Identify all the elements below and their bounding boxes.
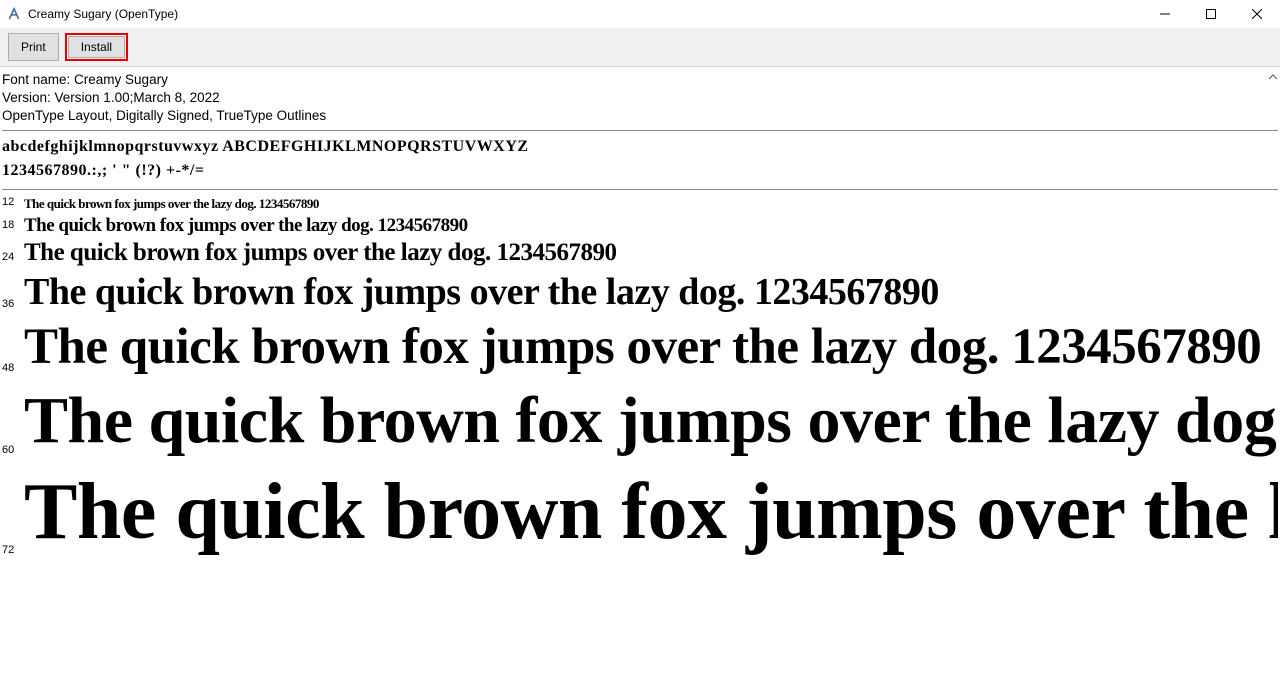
sample-row: 18The quick brown fox jumps over the laz…	[2, 214, 1278, 238]
toolbar: Print Install	[0, 28, 1280, 67]
sample-text: The quick brown fox jumps over the lazy …	[24, 380, 1278, 463]
titlebar: Creamy Sugary (OpenType)	[0, 0, 1280, 28]
close-button[interactable]	[1234, 0, 1280, 28]
sample-text: The quick brown fox jumps over the lazy …	[24, 269, 939, 317]
size-label: 12	[2, 196, 24, 214]
size-label: 36	[2, 298, 24, 316]
minimize-button[interactable]	[1142, 0, 1188, 28]
sample-list: 12The quick brown fox jumps over the laz…	[2, 190, 1278, 563]
window-title: Creamy Sugary (OpenType)	[28, 7, 178, 21]
titlebar-left: Creamy Sugary (OpenType)	[6, 6, 178, 22]
sample-row: 72The quick brown fox jumps over the laz…	[2, 462, 1278, 562]
content: Font name: Creamy Sugary Version: Versio…	[0, 67, 1280, 685]
alphabet-preview: abcdefghijklmnopqrstuvwxyz ABCDEFGHIJKLM…	[2, 131, 1278, 190]
sample-text: The quick brown fox jumps over the lazy …	[24, 196, 319, 212]
size-label: 24	[2, 251, 24, 269]
content-wrapper: Font name: Creamy Sugary Version: Versio…	[0, 67, 1280, 685]
sample-row: 60The quick brown fox jumps over the laz…	[2, 380, 1278, 463]
sample-row: 24The quick brown fox jumps over the laz…	[2, 237, 1278, 268]
font-name-line: Font name: Creamy Sugary	[2, 71, 1278, 89]
size-label: 60	[2, 444, 24, 462]
font-features-line: OpenType Layout, Digitally Signed, TrueT…	[2, 107, 1278, 125]
sample-text: The quick brown fox jumps over the lazy …	[24, 316, 1261, 380]
size-label: 48	[2, 362, 24, 380]
sample-text: The quick brown fox jumps over the lazy …	[24, 214, 468, 238]
font-app-icon	[6, 6, 22, 22]
print-button[interactable]: Print	[8, 33, 59, 61]
alphabet-line2: 1234567890.:,; ' " (!?) +-*/=	[2, 159, 1278, 183]
install-button[interactable]: Install	[68, 36, 125, 58]
maximize-button[interactable]	[1188, 0, 1234, 28]
font-meta: Font name: Creamy Sugary Version: Versio…	[2, 71, 1278, 131]
sample-text: The quick brown fox jumps over the lazy …	[24, 462, 1278, 562]
size-label: 72	[2, 544, 24, 562]
scroll-up-icon[interactable]	[1268, 71, 1278, 81]
size-label: 18	[2, 219, 24, 237]
sample-row: 12The quick brown fox jumps over the laz…	[2, 196, 1278, 214]
sample-row: 48The quick brown fox jumps over the laz…	[2, 316, 1278, 380]
sample-text: The quick brown fox jumps over the lazy …	[24, 237, 616, 268]
font-version-line: Version: Version 1.00;March 8, 2022	[2, 89, 1278, 107]
sample-row: 36The quick brown fox jumps over the laz…	[2, 269, 1278, 317]
window-controls	[1142, 0, 1280, 28]
install-highlight: Install	[65, 33, 128, 61]
alphabet-line1: abcdefghijklmnopqrstuvwxyz ABCDEFGHIJKLM…	[2, 135, 1278, 159]
